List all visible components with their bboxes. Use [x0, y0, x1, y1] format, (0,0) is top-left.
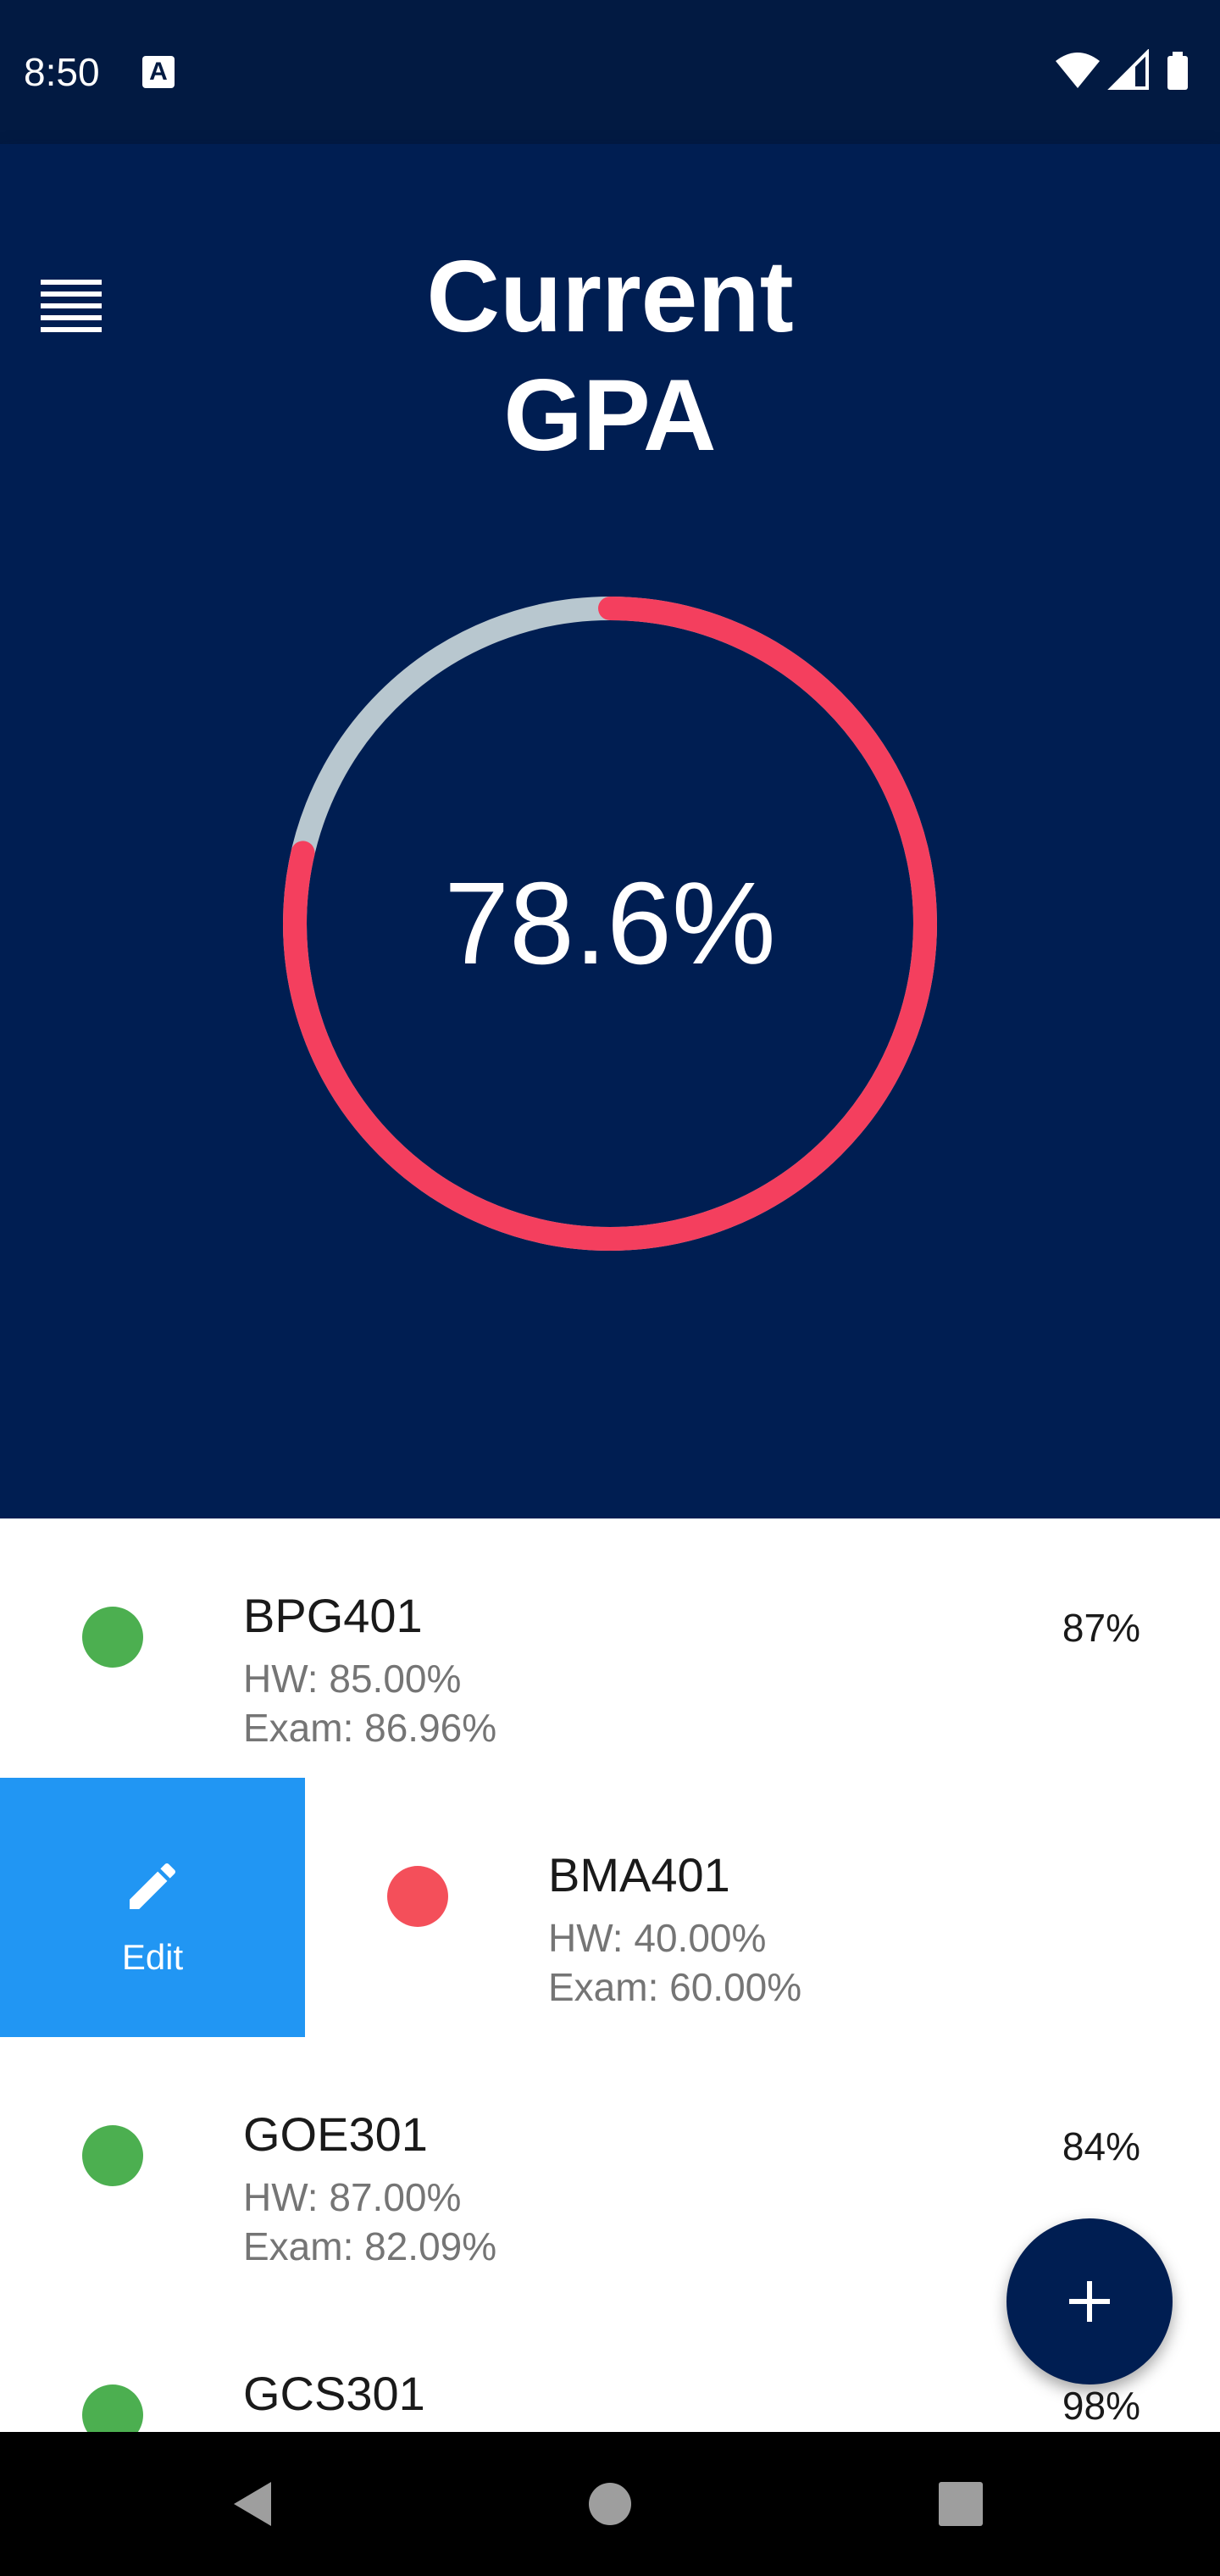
course-grade: 98% — [1062, 2384, 1140, 2428]
course-hw: HW: 87.00% — [243, 2175, 462, 2219]
navigation-bar — [0, 2432, 1220, 2576]
gpa-value: 78.6% — [444, 858, 776, 989]
menu-icon[interactable] — [41, 280, 102, 334]
edit-label: Edit — [121, 1937, 184, 1977]
plus-icon — [1069, 2281, 1110, 2322]
wifi-icon — [1056, 53, 1100, 88]
edit-button[interactable]: Edit — [0, 1778, 305, 2037]
status-dot — [82, 1607, 143, 1668]
course-row-content: BMA401 HW: 40.00% Exam: 60.00% — [305, 1778, 1220, 2037]
course-grade: 87% — [1062, 1606, 1140, 1650]
battery-icon — [1167, 56, 1188, 90]
course-grade: 84% — [1062, 2124, 1140, 2168]
course-row[interactable]: Edit BMA401 HW: 40.00% Exam: 60.00% — [0, 1778, 1220, 2037]
course-row[interactable]: BPG401 HW: 85.00% Exam: 86.96% 87% — [0, 1518, 1220, 1778]
back-icon[interactable] — [229, 2479, 280, 2529]
course-exam: Exam: 86.96% — [243, 1706, 497, 1750]
course-row-content: BPG401 HW: 85.00% Exam: 86.96% 87% — [0, 1518, 1220, 1778]
status-dot — [82, 2384, 143, 2432]
status-bar: 8:50 A — [0, 0, 1220, 144]
add-course-button[interactable] — [1006, 2218, 1173, 2384]
recents-icon[interactable] — [935, 2479, 986, 2529]
page-title: Current GPA — [271, 237, 949, 475]
course-hw: HW: 85.00% — [243, 1657, 462, 1701]
course-exam: Exam: 60.00% — [548, 1965, 802, 2009]
status-dot — [387, 1866, 448, 1927]
course-code: GCS301 — [243, 2367, 425, 2420]
course-hw: HW: 40.00% — [548, 1916, 767, 1960]
course-exam: Exam: 82.09% — [243, 2224, 497, 2268]
page-title-line2: GPA — [503, 358, 717, 472]
pencil-icon — [130, 1863, 176, 1909]
status-dot — [82, 2125, 143, 2186]
status-icons — [1056, 49, 1188, 90]
course-code: BMA401 — [548, 1848, 730, 1901]
status-time: 8:50 — [24, 50, 100, 94]
home-icon[interactable] — [585, 2479, 635, 2529]
course-code: GOE301 — [243, 2107, 428, 2161]
a-notification-icon: A — [142, 56, 175, 88]
page-title-line1: Current — [426, 240, 794, 353]
course-code: BPG401 — [243, 1589, 423, 1642]
